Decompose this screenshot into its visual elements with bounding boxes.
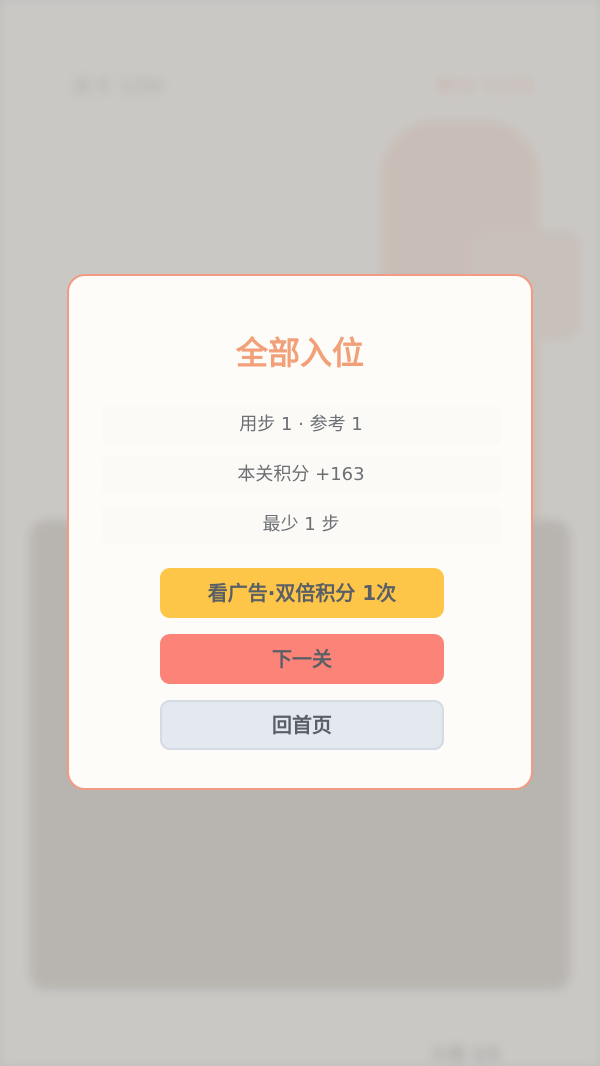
level-complete-dialog: 全部入位 用步 1 · 参考 1 本关积分 +163 最少 1 步 看广告·双倍… bbox=[67, 274, 533, 790]
next-level-button[interactable]: 下一关 bbox=[160, 634, 444, 684]
dialog-title: 全部入位 bbox=[235, 334, 364, 372]
steps-info: 用步 1 · 参考 1 bbox=[101, 406, 501, 444]
level-score-info: 本关积分 +163 bbox=[101, 456, 501, 494]
min-steps-info: 最少 1 步 bbox=[101, 506, 501, 544]
home-button[interactable]: 回首页 bbox=[160, 700, 444, 750]
watch-ad-double-score-button[interactable]: 看广告·双倍积分 1次 bbox=[160, 568, 444, 618]
